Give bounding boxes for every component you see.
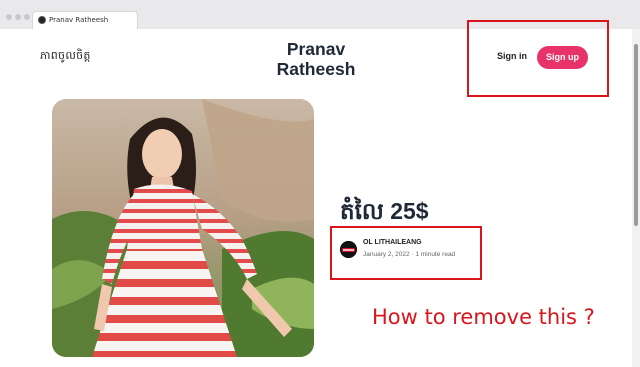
- annotation-text: How to remove this ?: [372, 305, 595, 329]
- favicon-icon: [38, 16, 46, 24]
- post-hero-image: [52, 99, 314, 357]
- site-title[interactable]: Pranav Ratheesh: [262, 39, 370, 79]
- site-title-line1: Pranav: [286, 39, 346, 59]
- window-maximize-dot[interactable]: [24, 14, 30, 20]
- tab-title: Pranav Ratheesh: [49, 16, 109, 24]
- window-minimize-dot[interactable]: [15, 14, 21, 20]
- browser-tab[interactable]: Pranav Ratheesh: [32, 11, 138, 29]
- window-close-dot[interactable]: [6, 14, 12, 20]
- page-scrollbar[interactable]: [632, 29, 640, 367]
- site-title-line2: Ratheesh: [276, 59, 356, 79]
- nav-link-favorites[interactable]: ភាពចូលចិត្ត: [40, 49, 91, 65]
- hero-photo: [52, 99, 314, 357]
- annotation-box-author: [330, 226, 482, 280]
- scrollbar-thumb[interactable]: [634, 44, 638, 226]
- annotation-box-auth: [467, 20, 609, 97]
